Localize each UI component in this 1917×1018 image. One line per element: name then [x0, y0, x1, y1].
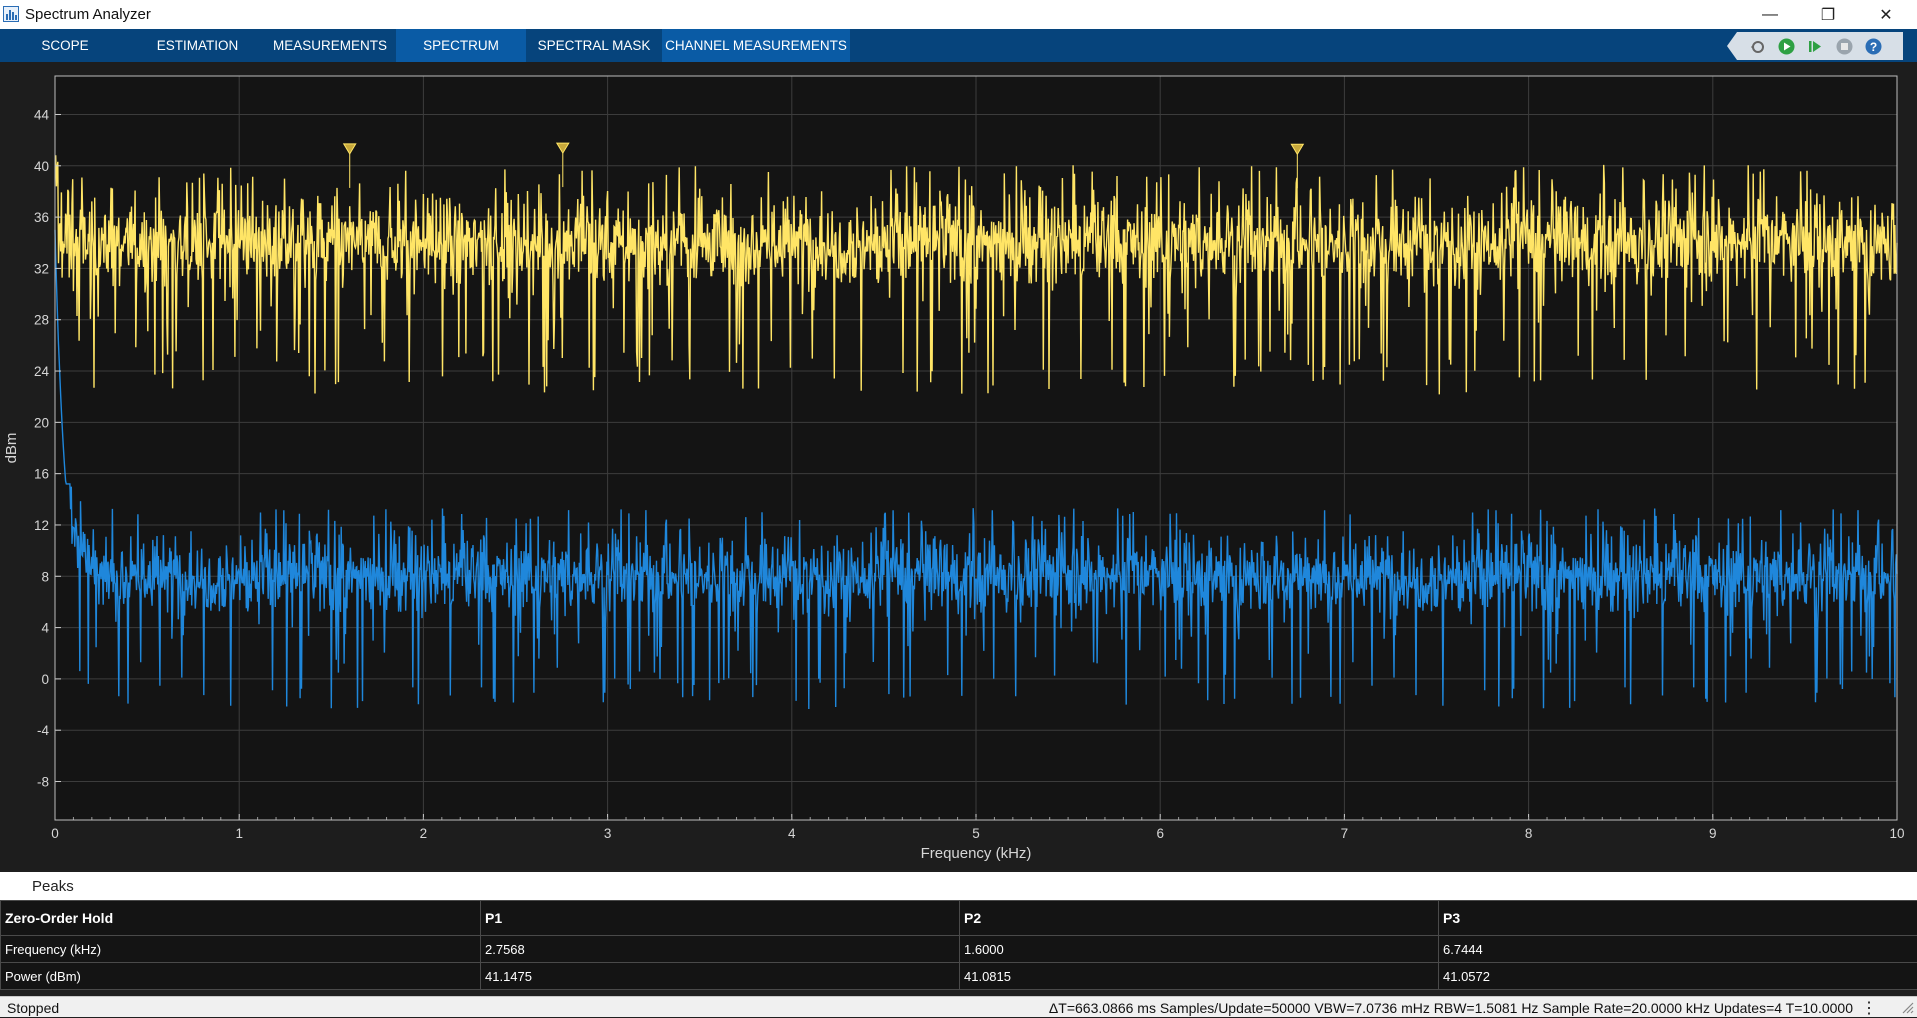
table-cell: 1.6000 — [960, 936, 1439, 963]
status-info: ΔT=663.0866 ms Samples/Update=50000 VBW=… — [1049, 1000, 1853, 1016]
table-header-row: Zero-Order Hold P1 P2 P3 — [1, 901, 1917, 936]
table-cell: 6.7444 — [1439, 936, 1917, 963]
svg-text:?: ? — [1870, 40, 1877, 54]
y-tick-label: 4 — [41, 621, 49, 636]
tab-measurements[interactable]: MEASUREMENTS — [265, 29, 395, 62]
row-label: Frequency (kHz) — [1, 936, 481, 963]
status-state: Stopped — [7, 1000, 59, 1016]
spectrum-analyzer-app-icon — [3, 6, 19, 22]
close-button[interactable]: ✕ — [1863, 0, 1909, 29]
tab-channel-measurements[interactable]: CHANNEL MEASUREMENTS — [662, 29, 850, 62]
header-cell: Zero-Order Hold — [1, 901, 481, 936]
tab-scope[interactable]: SCOPE — [0, 29, 130, 62]
toolstrip-tabs: SCOPE ESTIMATION MEASUREMENTS SPECTRUM S… — [0, 29, 1917, 62]
x-tick-label: 1 — [235, 826, 243, 841]
simulation-controls: ? — [1727, 32, 1903, 60]
y-tick-label: 36 — [34, 210, 49, 225]
tab-spectral-mask[interactable]: SPECTRAL MASK — [526, 29, 662, 62]
header-cell: P3 — [1439, 901, 1917, 936]
table-row: Power (dBm) 41.1475 41.0815 41.0572 — [1, 963, 1917, 990]
step-forward-icon[interactable] — [1807, 38, 1824, 55]
run-icon[interactable] — [1778, 38, 1795, 55]
x-tick-label: 3 — [604, 826, 612, 841]
panel-title: Peaks — [32, 878, 74, 895]
minimize-button[interactable]: — — [1747, 0, 1793, 29]
stop-icon[interactable] — [1836, 38, 1853, 55]
y-tick-label: 12 — [34, 518, 49, 533]
row-label: Power (dBm) — [1, 963, 481, 990]
x-tick-label: 2 — [420, 826, 428, 841]
restore-button[interactable]: ❐ — [1805, 0, 1851, 29]
y-tick-label: 0 — [41, 672, 49, 687]
y-tick-label: -4 — [37, 723, 49, 738]
y-tick-label: 24 — [34, 364, 50, 379]
spectrum-plot-area: 012345678910-8-4048121620242832364044 dB… — [0, 62, 1917, 870]
y-tick-label: 20 — [34, 415, 49, 430]
y-tick-label: 44 — [34, 107, 50, 122]
y-tick-label: 16 — [34, 467, 49, 482]
spectrum-chart[interactable]: 012345678910-8-4048121620242832364044 dB… — [0, 62, 1917, 870]
peaks-panel-header: Peaks — [0, 872, 1917, 900]
x-tick-label: 9 — [1709, 826, 1717, 841]
help-icon[interactable]: ? — [1865, 38, 1882, 55]
x-tick-label: 0 — [51, 826, 59, 841]
y-tick-label: 28 — [34, 313, 49, 328]
table-cell: 2.7568 — [481, 936, 960, 963]
x-tick-label: 4 — [788, 826, 796, 841]
x-tick-label: 10 — [1889, 826, 1904, 841]
peaks-table: Zero-Order Hold P1 P2 P3 Frequency (kHz)… — [0, 900, 1917, 990]
snapshot-icon[interactable] — [1749, 38, 1766, 55]
window-title: Spectrum Analyzer — [25, 6, 151, 23]
title-bar: Spectrum Analyzer — ❐ ✕ — [0, 0, 1917, 30]
y-tick-label: 8 — [41, 569, 49, 584]
x-axis-label: Frequency (kHz) — [921, 845, 1032, 862]
table-cell: 41.1475 — [481, 963, 960, 990]
x-tick-label: 8 — [1525, 826, 1533, 841]
status-bar: Stopped ΔT=663.0866 ms Samples/Update=50… — [0, 996, 1917, 1017]
table-cell: 41.0815 — [960, 963, 1439, 990]
table-row: Frequency (kHz) 2.7568 1.6000 6.7444 — [1, 936, 1917, 963]
more-options-icon[interactable]: ⋮ — [1861, 998, 1877, 1018]
tab-estimation[interactable]: ESTIMATION — [130, 29, 265, 62]
y-axis-label: dBm — [3, 433, 20, 464]
y-tick-label: 40 — [34, 159, 49, 174]
y-tick-label: -8 — [37, 775, 49, 790]
table-cell: 41.0572 — [1439, 963, 1917, 990]
header-cell: P1 — [481, 901, 960, 936]
tab-spectrum[interactable]: SPECTRUM — [396, 29, 526, 62]
resize-grip-icon[interactable] — [1899, 999, 1915, 1015]
x-tick-label: 7 — [1341, 826, 1349, 841]
y-tick-label: 32 — [34, 261, 49, 276]
x-tick-label: 5 — [972, 826, 980, 841]
header-cell: P2 — [960, 901, 1439, 936]
x-tick-label: 6 — [1156, 826, 1164, 841]
